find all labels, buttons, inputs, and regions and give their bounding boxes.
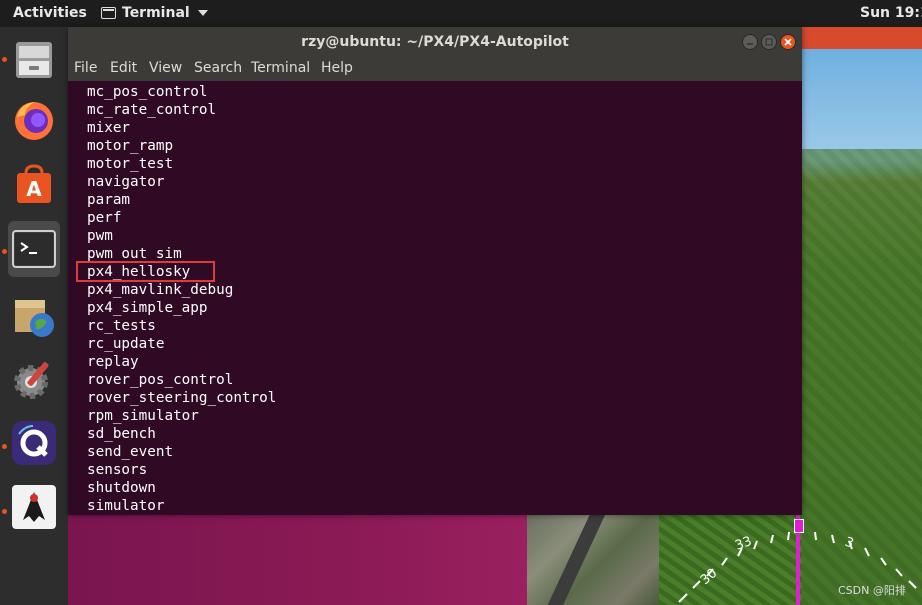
dock: A bbox=[0, 27, 68, 605]
java-icon bbox=[12, 485, 56, 529]
output-line: px4_simple_app bbox=[87, 300, 208, 316]
output-line: rpm_simulator bbox=[87, 408, 199, 424]
top-bar: Activities Terminal Sun 19:1( bbox=[0, 0, 922, 27]
menu-terminal[interactable]: Terminal bbox=[251, 60, 310, 76]
output-line: rc_tests bbox=[87, 318, 156, 334]
output-line: mc_rate_control bbox=[87, 102, 217, 118]
activities-button[interactable]: Activities bbox=[13, 5, 87, 21]
dock-item-firefox[interactable] bbox=[8, 92, 60, 148]
output-line: navigator bbox=[87, 174, 165, 190]
clock[interactable]: Sun 19:1( bbox=[860, 5, 922, 21]
settings-icon bbox=[14, 362, 49, 399]
terminal-output[interactable]: mc_pos_control mc_rate_control mixer mot… bbox=[68, 81, 802, 515]
running-indicator bbox=[2, 57, 7, 62]
running-indicator bbox=[2, 444, 7, 449]
output-line: rc_update bbox=[87, 336, 165, 352]
app-menu-label: Terminal bbox=[122, 5, 190, 21]
heading-indicator bbox=[794, 519, 804, 533]
package-globe-icon bbox=[15, 300, 54, 337]
menu-file[interactable]: File bbox=[74, 60, 97, 76]
terminal-window[interactable]: rzy@ubuntu: ~/PX4/PX4-Autopilot File Edi… bbox=[68, 27, 802, 515]
output-line: rover_steering_control bbox=[87, 390, 277, 406]
output-line: shutdown bbox=[87, 480, 156, 496]
window-titlebar[interactable]: rzy@ubuntu: ~/PX4/PX4-Autopilot bbox=[68, 27, 802, 58]
maximize-icon bbox=[765, 38, 773, 46]
running-indicator bbox=[2, 509, 7, 514]
chevron-down-icon bbox=[197, 10, 208, 16]
window-controls bbox=[742, 34, 796, 50]
dock-item-software[interactable]: A bbox=[8, 157, 60, 213]
minimize-button[interactable] bbox=[742, 34, 758, 50]
hud-label-3: 3 bbox=[843, 535, 856, 552]
menu-help[interactable]: Help bbox=[321, 60, 353, 76]
menu-edit[interactable]: Edit bbox=[110, 60, 137, 76]
output-line: send_event bbox=[87, 444, 174, 460]
highlight-box bbox=[76, 261, 215, 282]
app-menu[interactable]: Terminal bbox=[101, 5, 208, 21]
output-line: px4_mavlink_debug bbox=[87, 282, 234, 298]
hud-label-33: 33 bbox=[733, 534, 754, 554]
dock-item-java[interactable] bbox=[8, 479, 60, 535]
file-manager-icon bbox=[16, 42, 52, 78]
watermark: CSDN @阳排 bbox=[838, 584, 906, 597]
satellite-map bbox=[527, 515, 659, 605]
map-road bbox=[542, 515, 606, 605]
output-line: pwm bbox=[87, 228, 113, 244]
software-center-icon: A bbox=[17, 164, 51, 203]
output-line: replay bbox=[87, 354, 139, 370]
output-line: mc_pos_control bbox=[87, 84, 208, 100]
output-line: perf bbox=[87, 210, 122, 226]
output-line: sd_bench bbox=[87, 426, 156, 442]
dock-item-terminal[interactable] bbox=[8, 221, 60, 277]
menu-bar: File Edit View Search Terminal Help bbox=[68, 58, 802, 81]
close-button[interactable] bbox=[780, 34, 796, 50]
background-window-edge bbox=[802, 27, 922, 49]
output-line: mixer bbox=[87, 120, 131, 136]
menu-search[interactable]: Search bbox=[194, 60, 242, 76]
minimize-icon bbox=[747, 43, 753, 45]
output-line: sensors bbox=[87, 462, 148, 478]
output-line: simulator bbox=[87, 498, 165, 514]
hud-label-30: 30 bbox=[698, 566, 720, 588]
output-line: param bbox=[87, 192, 131, 208]
window-title: rzy@ubuntu: ~/PX4/PX4-Autopilot bbox=[301, 34, 569, 50]
close-icon bbox=[784, 38, 792, 46]
running-indicator bbox=[2, 249, 7, 254]
output-line: rover_pos_control bbox=[87, 372, 234, 388]
dock-item-packages[interactable] bbox=[8, 289, 60, 345]
dock-item-files[interactable] bbox=[8, 32, 60, 88]
menu-view[interactable]: View bbox=[149, 60, 182, 76]
dock-item-settings[interactable] bbox=[8, 351, 60, 407]
terminal-app-icon bbox=[101, 7, 116, 19]
firefox-icon bbox=[15, 102, 53, 140]
svg-text:A: A bbox=[26, 177, 42, 201]
dock-item-qgroundcontrol[interactable] bbox=[8, 415, 60, 471]
desktop-wallpaper bbox=[68, 515, 528, 605]
terminal-icon bbox=[12, 230, 56, 268]
qgroundcontrol-icon bbox=[12, 421, 56, 465]
output-line: motor_ramp bbox=[87, 138, 174, 154]
maximize-button[interactable] bbox=[761, 34, 777, 50]
output-line: motor_test bbox=[87, 156, 174, 172]
